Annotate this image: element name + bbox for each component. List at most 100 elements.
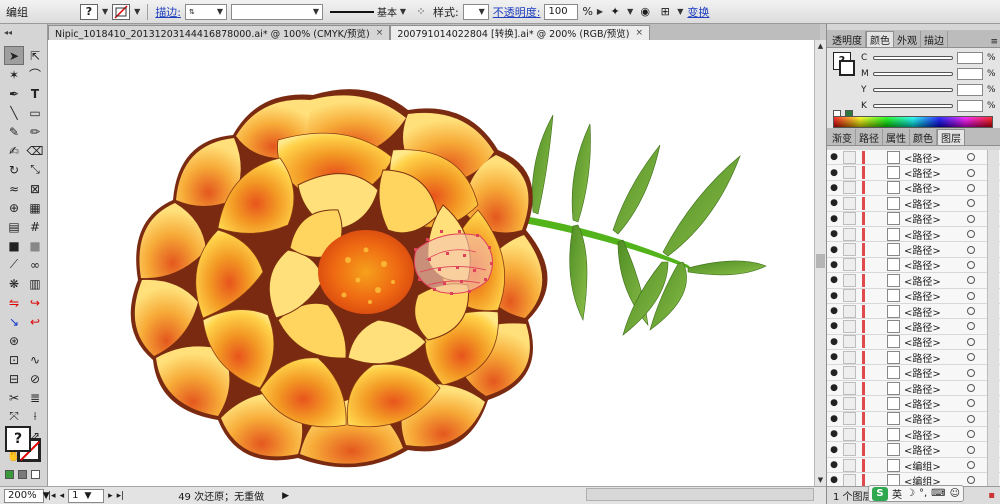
- visibility-eye-icon[interactable]: ●: [827, 229, 841, 239]
- pen-tool-icon[interactable]: ✒: [4, 84, 24, 103]
- target-circle-icon[interactable]: [967, 353, 975, 362]
- layer-row[interactable]: ● <路径>: [827, 396, 1000, 412]
- layer-row[interactable]: ● <路径>: [827, 242, 1000, 258]
- lock-toggle[interactable]: [843, 473, 856, 486]
- visibility-eye-icon[interactable]: ●: [827, 275, 841, 285]
- layer-row[interactable]: ● <路径>: [827, 211, 1000, 227]
- layer-name[interactable]: <路径>: [904, 273, 967, 288]
- layers-scrollbar[interactable]: [987, 150, 999, 486]
- tab-layers[interactable]: 图层: [937, 129, 965, 145]
- status-menu-arrow[interactable]: ▶: [282, 491, 289, 501]
- fill-swatch-dropdown[interactable]: ?: [80, 3, 98, 20]
- visibility-eye-icon[interactable]: ●: [827, 214, 841, 224]
- shape-builder-tool-icon[interactable]: ⊕: [4, 198, 24, 217]
- document-tab-1[interactable]: Nipic_1018410_20131203144416878000.ai* @…: [48, 25, 391, 40]
- isolate-group-icon[interactable]: ◉: [637, 4, 653, 20]
- visibility-eye-icon[interactable]: ●: [827, 445, 841, 455]
- last-artboard-icon[interactable]: ▸|: [117, 491, 125, 501]
- target-circle-icon[interactable]: [967, 168, 975, 177]
- lock-toggle[interactable]: [843, 366, 856, 380]
- visibility-eye-icon[interactable]: ●: [827, 168, 841, 178]
- recolor-artwork-icon[interactable]: ✦: [607, 4, 623, 20]
- scissors-tool-icon[interactable]: ✂: [4, 388, 24, 407]
- layer-name[interactable]: <路径>: [904, 257, 967, 272]
- layer-name[interactable]: <路径>: [904, 165, 967, 180]
- target-circle-icon[interactable]: [967, 430, 975, 439]
- layer-row[interactable]: ● <路径>: [827, 196, 1000, 212]
- layer-name[interactable]: <路径>: [904, 288, 967, 303]
- free-transform-tool-icon[interactable]: ⊠: [25, 179, 45, 198]
- rotate-tool-icon[interactable]: ↻: [4, 160, 24, 179]
- opacity-input[interactable]: 100: [544, 3, 579, 20]
- print-tiling-tool-icon[interactable]: ≣: [25, 388, 45, 407]
- layer-name[interactable]: <路径>: [904, 365, 967, 380]
- layer-name[interactable]: <路径>: [904, 381, 967, 396]
- lock-toggle[interactable]: [843, 427, 856, 441]
- gradient-swatch-icon[interactable]: ■: [25, 236, 45, 255]
- fill-swatch[interactable]: ?: [5, 426, 31, 452]
- ime-moon-icon[interactable]: ☽: [906, 488, 915, 499]
- stroke-panel-link[interactable]: 描边:: [155, 4, 181, 20]
- none-mode-icon[interactable]: [31, 470, 40, 479]
- fill-stroke-swatches[interactable]: ?: [5, 426, 43, 464]
- line-tool-icon[interactable]: ╲: [4, 103, 24, 122]
- scale-tool-icon[interactable]: ⤡: [25, 160, 45, 179]
- align-dropdown-arrow[interactable]: ▼: [677, 7, 683, 16]
- visibility-eye-icon[interactable]: ●: [827, 475, 841, 485]
- reshape-tool-icon[interactable]: ↪: [25, 293, 45, 312]
- visibility-eye-icon[interactable]: ●: [827, 198, 841, 208]
- layer-row[interactable]: ● <路径>: [827, 442, 1000, 458]
- layer-name[interactable]: <路径>: [904, 396, 967, 411]
- visibility-eye-icon[interactable]: ●: [827, 260, 841, 270]
- lock-toggle[interactable]: [843, 412, 856, 426]
- zoom-level-field[interactable]: 200% ▼: [4, 488, 50, 503]
- lock-toggle[interactable]: [843, 150, 856, 164]
- visibility-eye-icon[interactable]: ●: [827, 383, 841, 393]
- blob-brush-tool-icon[interactable]: ✍: [4, 141, 24, 160]
- visibility-eye-icon[interactable]: ●: [827, 352, 841, 362]
- lock-toggle[interactable]: [843, 350, 856, 364]
- variable-width-dropdown[interactable]: ▼: [231, 3, 324, 20]
- layer-name[interactable]: <路径>: [904, 196, 967, 211]
- target-circle-icon[interactable]: [967, 183, 975, 192]
- target-circle-icon[interactable]: [967, 368, 975, 377]
- layer-row[interactable]: ● <路径>: [827, 350, 1000, 366]
- close-tab-icon[interactable]: ×: [635, 28, 643, 38]
- lock-toggle[interactable]: [843, 212, 856, 226]
- layer-name[interactable]: <路径>: [904, 411, 967, 426]
- symbol-tool-icon[interactable]: ⊛: [4, 331, 24, 350]
- eyedropper-tool-icon[interactable]: ⟋: [4, 255, 24, 274]
- layer-row[interactable]: ● <路径>: [827, 150, 1000, 166]
- fill-dropdown-arrow[interactable]: ▼: [102, 7, 108, 16]
- cyan-slider[interactable]: [873, 56, 953, 60]
- target-circle-icon[interactable]: [967, 476, 975, 485]
- target-circle-icon[interactable]: [967, 276, 975, 285]
- layer-name[interactable]: <路径>: [904, 427, 967, 442]
- document-tab-2[interactable]: 20079101402280​4 [转换].ai* @ 200% (RGB/预览…: [390, 25, 650, 40]
- scroll-up-icon[interactable]: ▲: [815, 42, 826, 50]
- tab-color[interactable]: 颜色: [866, 31, 894, 47]
- tab-pathfinder[interactable]: 路径: [856, 129, 883, 145]
- ime-user-icon[interactable]: ☺: [950, 488, 960, 499]
- paintbrush-tool-icon[interactable]: ✎: [4, 122, 24, 141]
- visibility-eye-icon[interactable]: ●: [827, 291, 841, 301]
- target-circle-icon[interactable]: [967, 461, 975, 469]
- layer-row[interactable]: ● <路径>: [827, 288, 1000, 304]
- lock-toggle[interactable]: [843, 458, 856, 472]
- lock-toggle[interactable]: [843, 319, 856, 333]
- rectangle-tool-icon[interactable]: ▭: [25, 103, 45, 122]
- visibility-eye-icon[interactable]: ●: [827, 414, 841, 424]
- yellow-input[interactable]: [957, 84, 983, 96]
- scroll-thumb[interactable]: [816, 254, 825, 268]
- color-mode-icon[interactable]: [5, 470, 14, 479]
- next-artboard-icon[interactable]: ▸: [108, 491, 113, 501]
- artboard-number-field[interactable]: 1 ▼: [68, 488, 105, 503]
- transform-panel-link[interactable]: 变换: [687, 4, 709, 20]
- arrange-icon[interactable]: ⁘: [413, 4, 429, 20]
- layer-name[interactable]: <编组>: [904, 458, 967, 473]
- live-paint-tool-icon[interactable]: ▦: [25, 198, 45, 217]
- target-circle-icon[interactable]: [967, 230, 975, 239]
- lock-toggle[interactable]: [843, 335, 856, 349]
- layer-row[interactable]: ● <路径>: [827, 319, 1000, 335]
- symbol-sprayer-tool-icon[interactable]: ❋: [4, 274, 24, 293]
